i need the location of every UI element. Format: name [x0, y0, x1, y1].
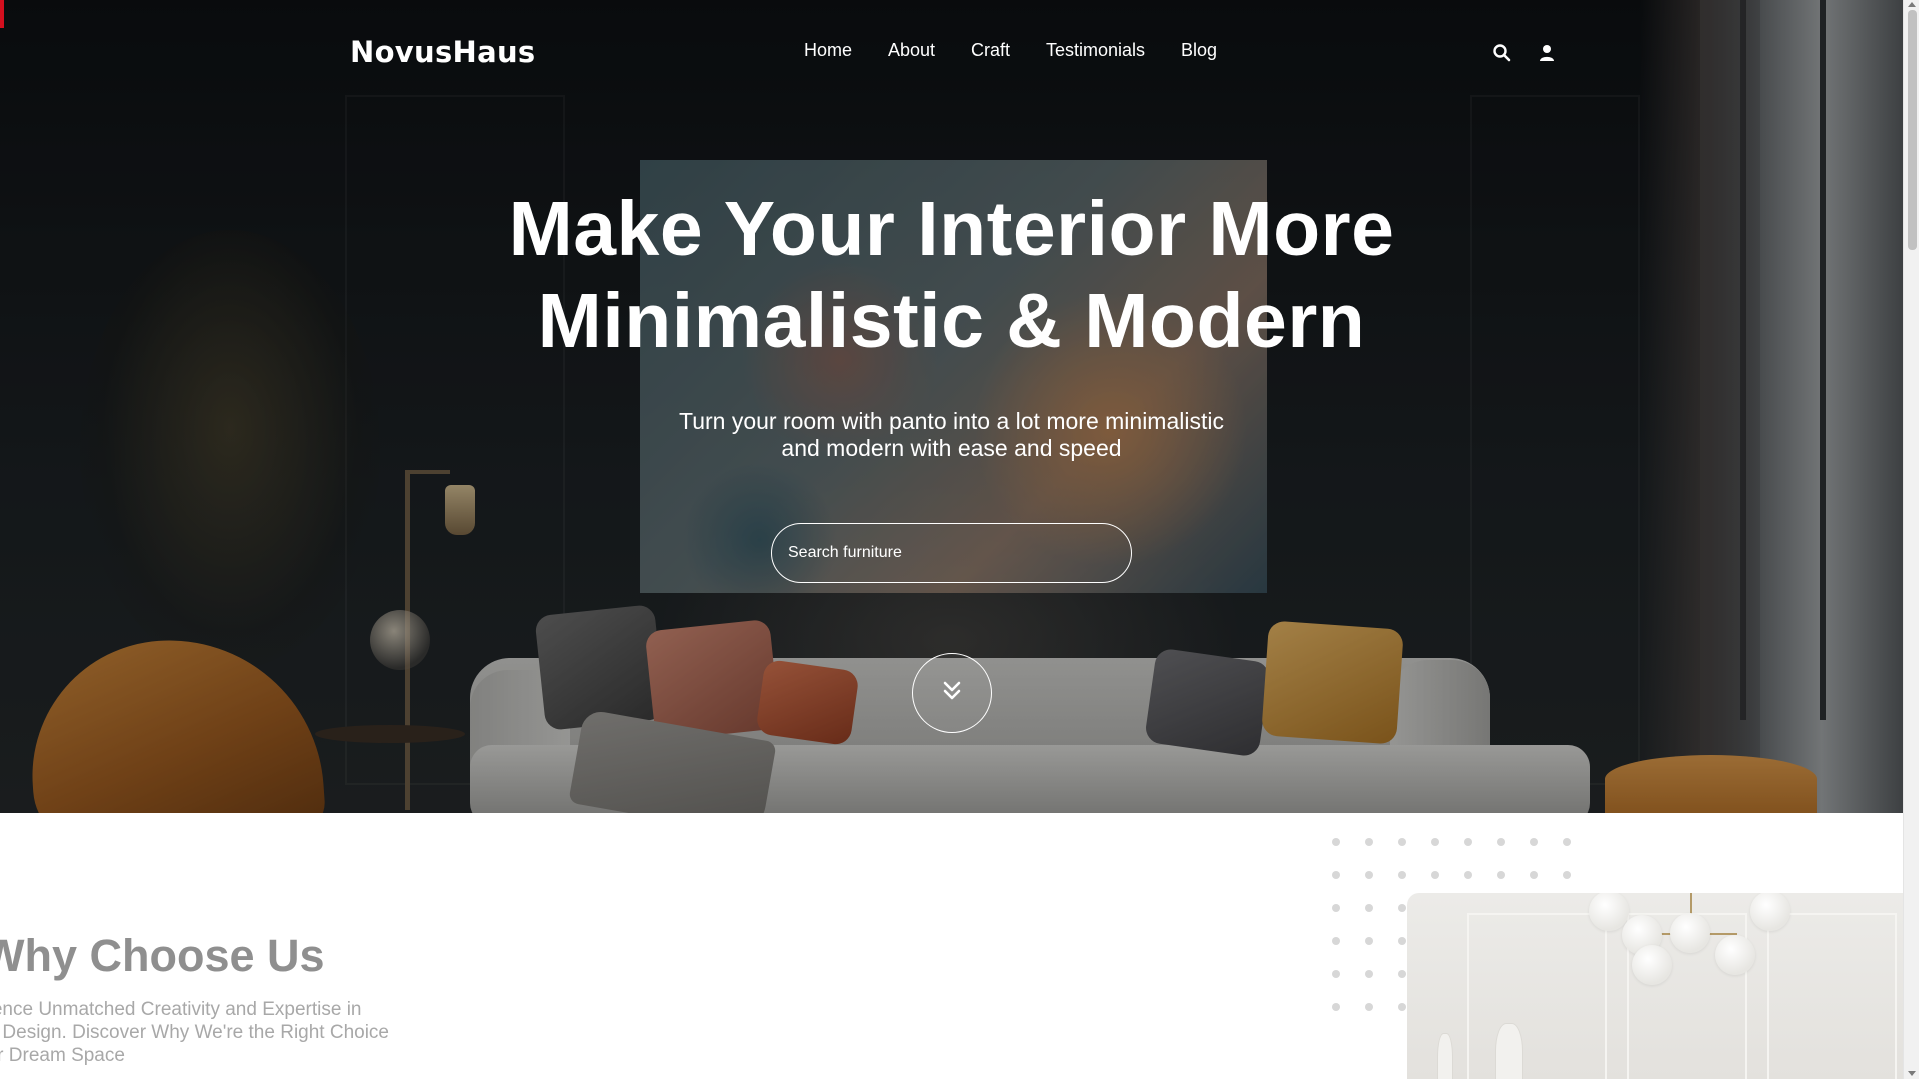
pattern-dot	[1530, 838, 1538, 846]
user-icon[interactable]	[1537, 43, 1557, 63]
pattern-dot	[1497, 871, 1505, 879]
bright-room-image	[1407, 893, 1903, 1079]
pattern-dot	[1398, 904, 1406, 912]
pattern-dot	[1398, 838, 1406, 846]
pattern-dot	[1464, 838, 1472, 846]
scroll-up-arrow-icon[interactable]	[1908, 2, 1916, 7]
double-chevron-down-icon	[941, 680, 963, 707]
why-text-line1: Experience Unmatched Creativity and Expe…	[0, 999, 362, 1020]
search-icon[interactable]	[1492, 43, 1512, 63]
corner-marker	[0, 0, 4, 28]
vertical-scrollbar[interactable]	[1903, 0, 1919, 1079]
hero-subheadline: Turn your room with panto into a lot mor…	[0, 408, 1903, 462]
pattern-dot	[1563, 871, 1571, 879]
pattern-dot	[1365, 838, 1373, 846]
brand-logo[interactable]: NovusHaus	[350, 35, 535, 69]
pattern-dot	[1431, 838, 1439, 846]
hero-subline-line2: and modern with ease and speed	[781, 435, 1122, 461]
pattern-dot	[1332, 937, 1340, 945]
pattern-dot	[1365, 904, 1373, 912]
pattern-dot	[1332, 904, 1340, 912]
pattern-dot	[1497, 838, 1505, 846]
why-text-line2: Interior Design. Discover Why We're the …	[0, 1022, 389, 1043]
pattern-dot	[1398, 871, 1406, 879]
hero-headline-line1: Make Your Interior More	[508, 186, 1395, 272]
pattern-dot	[1464, 871, 1472, 879]
pattern-dot	[1563, 838, 1571, 846]
why-choose-us-title: Why Choose Us	[0, 930, 325, 981]
pattern-dot	[1332, 970, 1340, 978]
pattern-dot	[1332, 871, 1340, 879]
pattern-dot	[1332, 1003, 1340, 1011]
pattern-dot	[1398, 937, 1406, 945]
pattern-dot	[1398, 970, 1406, 978]
scrollbar-thumb[interactable]	[1908, 10, 1917, 250]
hero-headline-line2: Minimalistic & Modern	[537, 278, 1366, 364]
scroll-down-arrow-icon[interactable]	[1908, 1071, 1916, 1076]
search-furniture-input[interactable]	[771, 523, 1132, 583]
pattern-dot	[1365, 970, 1373, 978]
nav-about[interactable]: About	[888, 40, 935, 61]
pattern-dot	[1365, 1003, 1373, 1011]
nav-craft[interactable]: Craft	[971, 40, 1010, 61]
pattern-dot	[1431, 871, 1439, 879]
scroll-down-button[interactable]	[912, 653, 992, 733]
why-choose-us-description: Experience Unmatched Creativity and Expe…	[0, 998, 438, 1067]
nav-testimonials[interactable]: Testimonials	[1046, 40, 1145, 61]
nav-home[interactable]: Home	[804, 40, 852, 61]
nav-blog[interactable]: Blog	[1181, 40, 1217, 61]
pattern-dot	[1530, 871, 1538, 879]
hero-headline: Make Your Interior More Minimalistic & M…	[0, 183, 1903, 367]
pattern-dot	[1398, 1003, 1406, 1011]
why-text-line3: for Your Dream Space	[0, 1045, 125, 1066]
pattern-dot	[1332, 838, 1340, 846]
pattern-dot	[1365, 937, 1373, 945]
hero-subline-line1: Turn your room with panto into a lot mor…	[679, 408, 1224, 434]
pattern-dot	[1365, 871, 1373, 879]
